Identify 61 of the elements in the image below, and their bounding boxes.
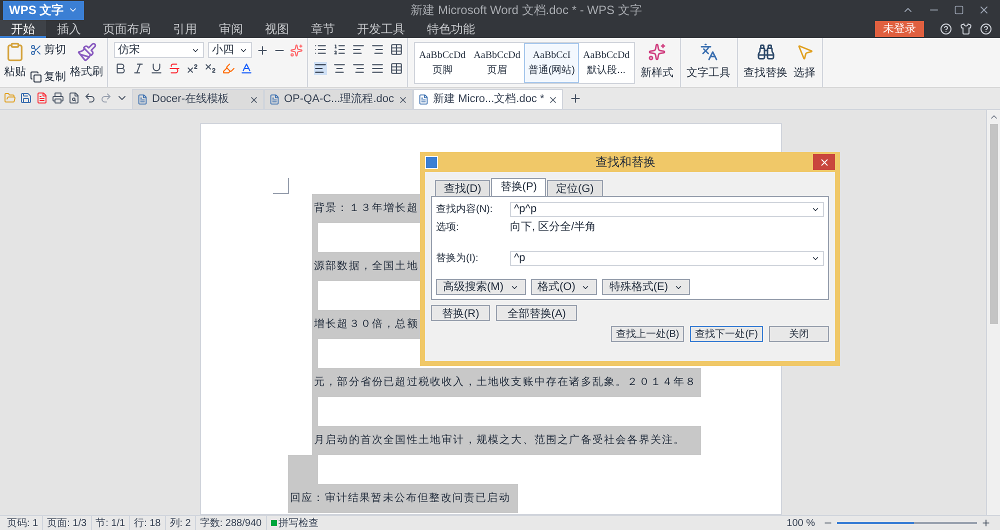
paragraph-text: 元，部分省份已超过税收收入，土地收支账中存在诸多乱象。２０１４年８ (313, 374, 697, 390)
paragraph-text: 背景：１３年增长超 (313, 200, 418, 216)
zoom-percent: 100 % (786, 516, 815, 530)
paste-button[interactable]: 粘贴 (4, 42, 26, 80)
menu-tab[interactable]: 页面布局 (92, 20, 162, 38)
paragraph-text: 源部数据，全国土地 (313, 258, 418, 274)
select-button[interactable]: 选择 (794, 38, 823, 87)
replace-button[interactable]: 替换(R) (431, 305, 490, 321)
find-label: 查找内容(N): (436, 202, 494, 217)
dialog-title: 查找和替换 (596, 154, 656, 171)
style-gallery-item[interactable]: AaBbCcI 普通(网站) (524, 42, 580, 82)
document-tab[interactable]: Docer-在线模板 (132, 89, 264, 109)
menu-tab[interactable]: 插入 (46, 20, 92, 38)
status-item: 节: 1/1 (92, 516, 130, 530)
options-label: 选项: (436, 220, 460, 235)
menu-tab[interactable]: 视图 (254, 20, 300, 38)
font-size-select[interactable]: 小四 (208, 42, 252, 58)
menu-tab[interactable]: 特色功能 (416, 20, 486, 38)
replace-label: 替换为(I): (436, 252, 480, 266)
status-item: 列: 2 (166, 516, 196, 530)
dropdown-button[interactable]: 高级搜索(M) (436, 279, 526, 295)
document-tab[interactable]: 新建 Micro...文档.doc * (413, 89, 564, 109)
login-button[interactable]: 未登录 (875, 21, 924, 37)
copy-button[interactable]: 复制 (30, 68, 66, 85)
spell-check-button[interactable]: 拼写检查 (266, 516, 323, 530)
find-field[interactable]: ^p^p (510, 202, 824, 217)
style-gallery-item[interactable]: AaBbCcDd 页眉 (470, 42, 524, 82)
cut-button[interactable]: 剪切 (30, 42, 66, 58)
find-replace-button[interactable]: 查找替换 (744, 38, 788, 87)
text-tools-button[interactable]: 文字工具 (686, 38, 738, 87)
status-item: 行: 18 (130, 516, 166, 530)
menu-tab[interactable]: 开发工具 (346, 20, 416, 38)
options-value: 向下, 区分全/半角 (510, 220, 596, 235)
dropdown-button[interactable]: 特殊格式(E) (602, 279, 690, 295)
style-gallery-item[interactable]: AaBbCcDd 默认段... (579, 42, 634, 82)
dropdown-button[interactable]: 格式(O) (530, 279, 598, 295)
new-style-button[interactable]: 新样式 (640, 38, 681, 87)
menu-tab[interactable]: 开始 (0, 20, 46, 38)
menu-tab[interactable]: 章节 (300, 20, 346, 38)
menu-tab[interactable]: 引用 (162, 20, 208, 38)
status-item: 页码: 1 (3, 516, 44, 530)
status-item: 页面: 1/3 (43, 516, 92, 530)
font-select[interactable]: 仿宋 (114, 42, 204, 58)
menu-tab[interactable]: 审阅 (208, 20, 254, 38)
dialog-tab[interactable]: 定位(G) (546, 180, 603, 196)
dialog-button[interactable]: 查找上一处(B) (610, 326, 684, 342)
paragraph-text: 回应：审计结果暂未公布但整改问责已启动 (289, 490, 510, 506)
dialog-button[interactable]: 查找下一处(F) (690, 326, 763, 342)
window-title: 新建 Microsoft Word 文档.doc * - WPS 文字 (410, 2, 642, 19)
status-item: 字数: 288/940 (196, 516, 267, 530)
document-tab[interactable]: OP-QA-C...理流程.doc (264, 89, 414, 109)
dialog-tab[interactable]: 查找(D) (435, 180, 490, 196)
dialog-tab[interactable]: 替换(P) (491, 178, 546, 196)
paragraph-text: 月启动的首次全国性土地审计，规模之大、范围之广备受社会各界关注。 (313, 432, 686, 448)
replace-field[interactable]: ^p (510, 250, 824, 266)
paragraph-text: 增长超３０倍，总额 (313, 316, 418, 332)
dialog-button[interactable]: 关闭 (769, 326, 829, 342)
app-menu-button[interactable]: WPS 文字 (3, 0, 84, 20)
style-gallery-item[interactable]: AaBbCcDd 页脚 (415, 42, 470, 82)
replace-button[interactable]: 全部替换(A) (496, 305, 577, 321)
format-painter-button[interactable]: 格式刷 (70, 42, 103, 80)
